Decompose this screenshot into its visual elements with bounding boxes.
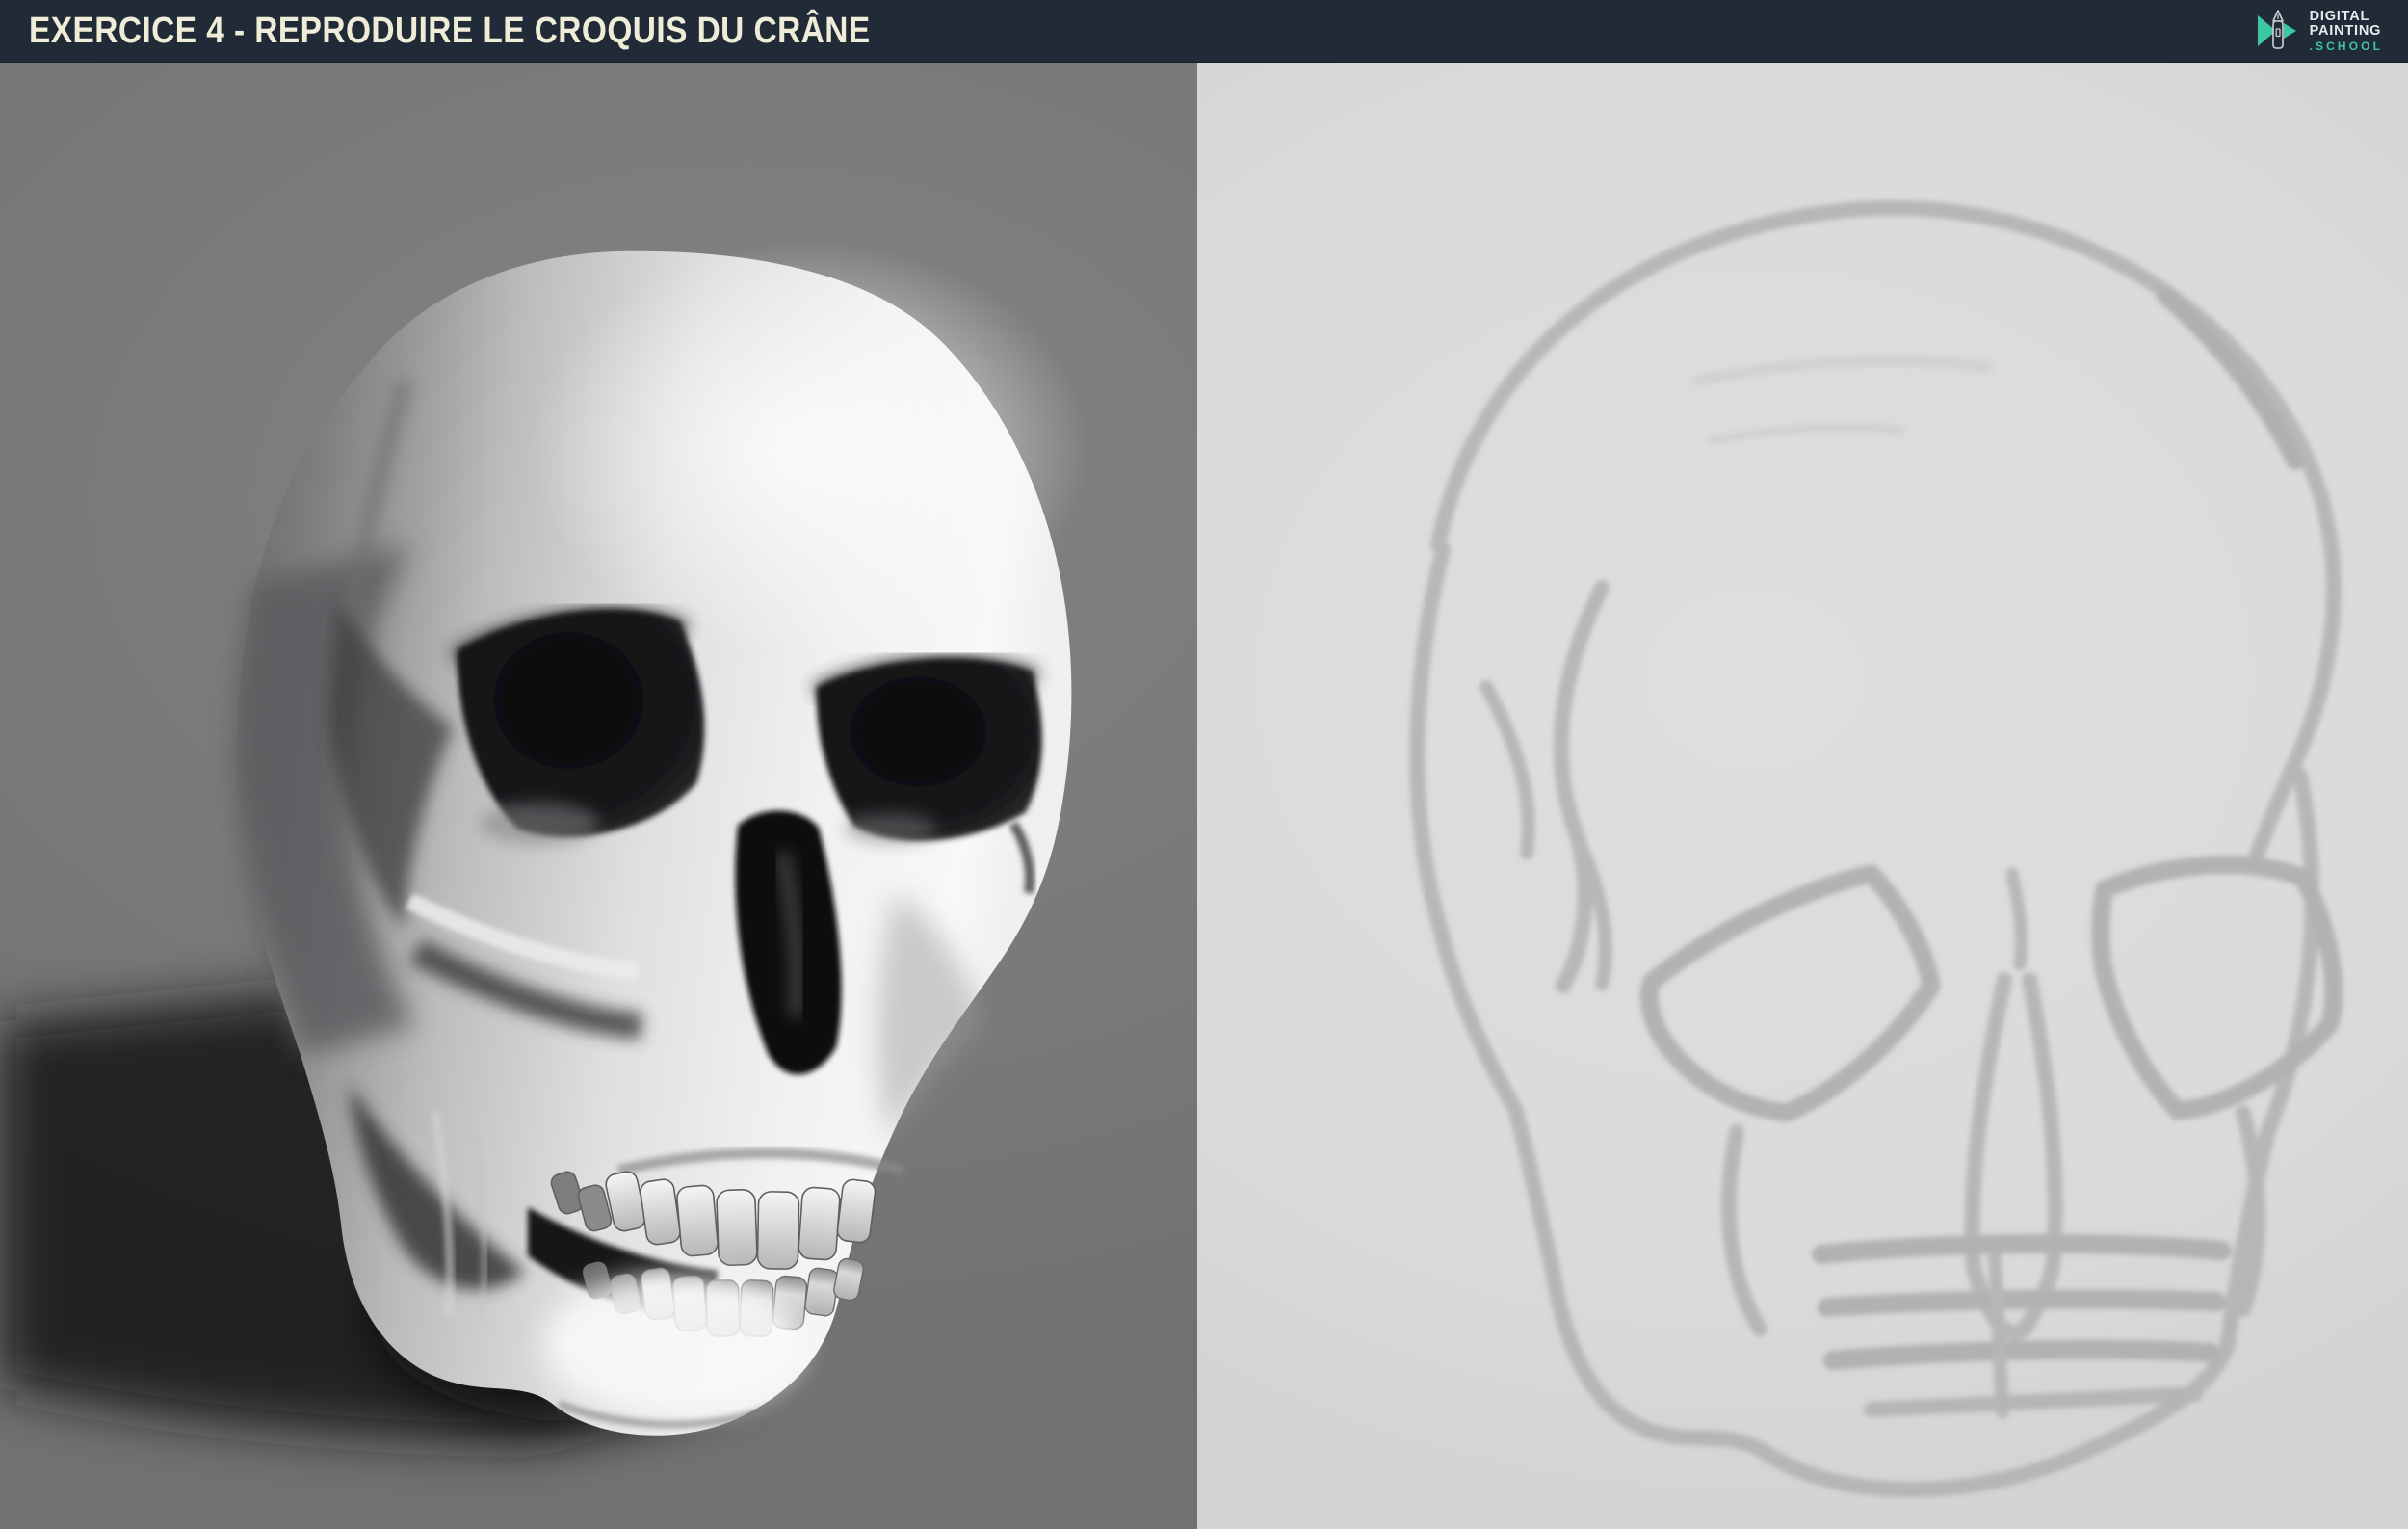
brand-logo: DIGITAL PAINTING .SCHOOL (2255, 7, 2383, 55)
exercise-slide: EXERCICE 4 - REPRODUIRE LE CROQUIS DU CR… (0, 0, 2408, 1529)
logo-word-digital: DIGITAL (2310, 10, 2383, 24)
sketch-temporal-zig-1 (1561, 588, 1602, 986)
reference-render-panel (0, 63, 1197, 1529)
sketch-nose-left (1973, 980, 2004, 1267)
eye-socket-right (817, 659, 1042, 841)
sketch-temporal-zig-2 (1486, 687, 1529, 853)
sketch-teeth-row-3 (1833, 1350, 2211, 1360)
chin-highlight (544, 1275, 804, 1413)
sketch-dome-corner (2165, 296, 2295, 461)
brand-logo-text: DIGITAL PAINTING .SCHOOL (2310, 10, 2383, 53)
workspace-split (0, 63, 2408, 1529)
logo-word-painting: PAINTING (2310, 24, 2383, 39)
pencil-play-icon (2255, 7, 2301, 55)
sketch-strokes (1417, 208, 2334, 1489)
sketch-eye-socket-left (1649, 874, 1931, 1113)
dome-highlight (530, 241, 1088, 655)
sketch-teeth-row-1 (1821, 1244, 2222, 1254)
sketch-dome (1438, 208, 2322, 544)
skull-3d-render (0, 63, 1197, 1529)
sketch-canvas-panel[interactable] (1197, 63, 2408, 1529)
sketch-left-temple (1417, 549, 1552, 1265)
sketch-teeth-row-2 (1827, 1300, 2216, 1307)
sketch-teeth-row-4 (1871, 1394, 2195, 1410)
sketch-construction-1 (1698, 360, 1987, 381)
sketch-construction-2 (1713, 428, 1900, 440)
sketch-teeth-center-line (1995, 1257, 2002, 1411)
skull-sketch (1197, 63, 2408, 1529)
pencil-glyph (2273, 11, 2283, 48)
logo-word-school: .SCHOOL (2310, 40, 2383, 53)
sketch-cheek-left (1729, 1132, 1760, 1329)
title-bar: EXERCICE 4 - REPRODUIRE LE CROQUIS DU CR… (0, 0, 2408, 63)
sketch-nose-right (2029, 980, 2055, 1267)
play-triangle-right (2284, 23, 2296, 39)
socket-left-reflect (480, 803, 599, 845)
sketch-glabella (2012, 874, 2022, 964)
socket-right-reflect (845, 813, 937, 844)
page-title: EXERCICE 4 - REPRODUIRE LE CROQUIS DU CR… (29, 11, 871, 52)
sketch-right-side (2255, 501, 2334, 860)
